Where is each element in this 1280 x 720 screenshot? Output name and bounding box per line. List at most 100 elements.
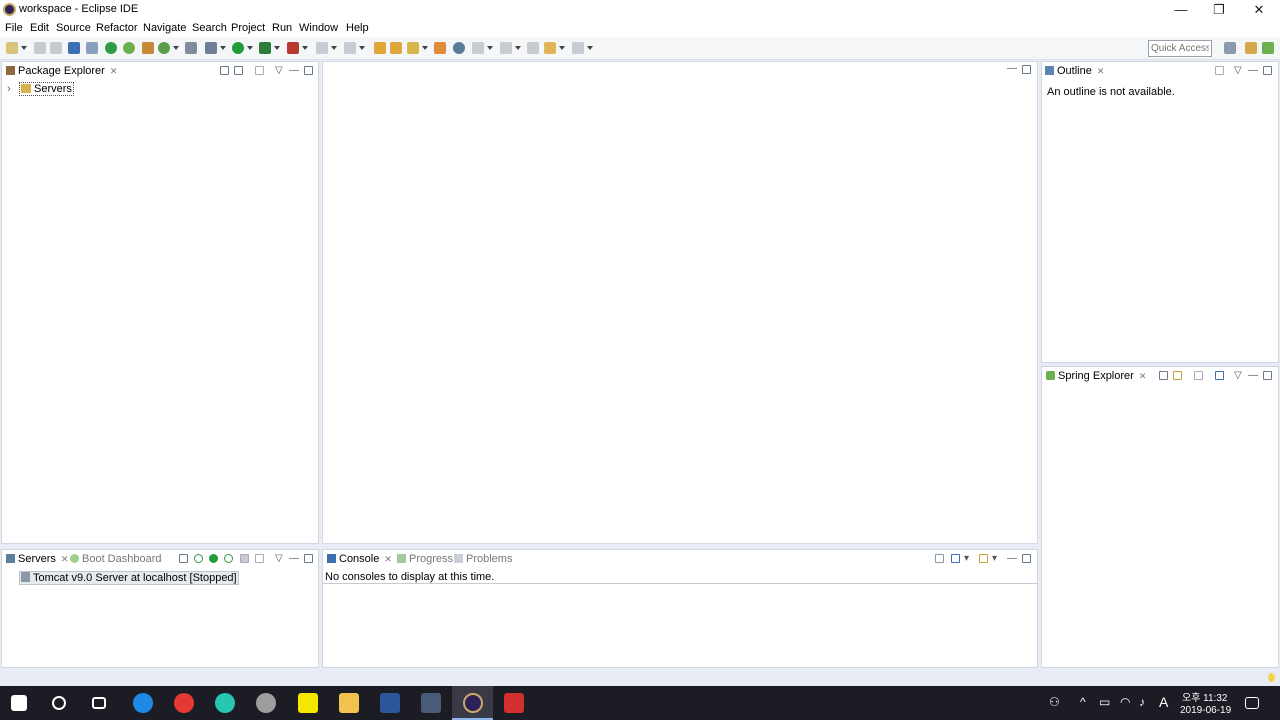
java-ee-perspective-icon[interactable] [1245,42,1257,54]
close-icon[interactable]: ✕ [110,66,118,76]
wifi-icon[interactable]: ◠ [1120,695,1130,709]
tip-lightbulb-icon[interactable] [1268,673,1275,682]
chrome-icon[interactable] [174,693,194,713]
maximize-view-icon[interactable] [304,554,313,563]
maximize-view-icon[interactable] [1022,554,1031,563]
expander-icon[interactable]: › [7,83,11,95]
run-icon[interactable] [232,42,253,54]
task-view-icon[interactable] [92,697,106,709]
menu-run[interactable]: Run [272,22,292,34]
word-icon[interactable] [380,693,400,713]
maximize-view-icon[interactable] [1022,65,1031,74]
people-icon[interactable]: ⚇ [1049,695,1060,709]
new-icon[interactable] [6,42,27,54]
link-editor-icon[interactable] [234,66,243,75]
clock-time[interactable]: 오후 11:32 [1182,689,1227,704]
menu-file[interactable]: File [5,22,23,34]
menu-search[interactable]: Search [192,22,227,34]
new-package-icon[interactable] [142,42,154,54]
internet-explorer-icon[interactable] [133,693,153,713]
tab-spring-explorer[interactable]: Spring Explorer ✕ [1046,370,1146,382]
save-all-icon[interactable] [50,42,62,54]
skip-breakpoints-icon[interactable] [86,42,98,54]
clock-date[interactable]: 2019-06-19 [1180,705,1231,716]
view-menu-icon[interactable]: ▽ [275,65,283,76]
back-icon[interactable] [544,42,565,54]
open-folder-icon[interactable] [374,42,386,54]
terminal-icon[interactable] [68,42,80,54]
start-server-icon[interactable] [105,42,117,54]
search-tool-icon[interactable] [434,42,446,54]
focus-icon[interactable] [1215,66,1224,75]
open-console-icon[interactable] [979,554,988,563]
menu-edit[interactable]: Edit [30,22,49,34]
prev-annotation-icon[interactable] [500,42,521,54]
file-explorer-icon[interactable] [339,693,359,713]
filter-icon[interactable] [1215,371,1224,380]
menu-window[interactable]: Window [299,22,338,34]
search-icon[interactable] [52,696,66,710]
debug-server-icon[interactable] [194,554,203,563]
tab-console[interactable]: Console ✕ [327,553,392,565]
app-icon[interactable] [215,693,235,713]
menu-source[interactable]: Source [56,22,91,34]
display-console-dropdown-icon[interactable]: ▾ [964,553,969,564]
maximize-view-icon[interactable] [304,66,313,75]
next-annotation-icon[interactable] [472,42,493,54]
notifications-icon[interactable] [1245,697,1259,709]
publish-icon[interactable] [255,554,264,563]
menu-help[interactable]: Help [346,22,369,34]
annotation-icon[interactable] [407,42,428,54]
close-icon[interactable]: ✕ [1139,371,1147,381]
forward-icon[interactable] [572,42,593,54]
profile-server-icon[interactable] [224,554,233,563]
minimize-view-icon[interactable]: — [289,65,299,76]
coverage-icon[interactable] [259,42,280,54]
close-icon[interactable]: ✕ [1097,66,1105,76]
spring-icon[interactable] [123,42,135,54]
tab-outline[interactable]: Outline ✕ [1045,65,1104,77]
minimize-button[interactable]: — [1161,0,1201,20]
maximize-view-icon[interactable] [1263,371,1272,380]
editor-area[interactable]: — [322,61,1038,544]
view-menu-icon[interactable]: ▽ [1234,370,1242,381]
minimize-view-icon[interactable]: — [1007,553,1017,564]
collapse-all-icon[interactable] [1159,371,1168,380]
open-console-dropdown-icon[interactable]: ▾ [992,553,997,564]
acrobat-icon[interactable] [504,693,524,713]
stop-server-icon[interactable] [240,554,249,563]
battery-icon[interactable]: ▭ [1099,695,1110,709]
windows-start-icon[interactable] [11,695,27,711]
view-menu-icon[interactable]: ▽ [275,553,283,564]
close-icon[interactable]: ✕ [384,554,392,564]
app-icon-3[interactable] [421,693,441,713]
save-icon[interactable] [34,42,46,54]
collapse-all-icon[interactable] [179,554,188,563]
tab-package-explorer[interactable]: Package Explorer ✕ [6,65,117,77]
minimize-view-icon[interactable]: — [1248,370,1258,381]
view-menu-icon[interactable]: ▽ [1234,65,1242,76]
tab-problems[interactable]: Problems [454,553,512,565]
globe-icon[interactable] [453,42,465,54]
stop-icon[interactable] [316,42,337,54]
kakaotalk-icon[interactable] [298,693,318,713]
focus-icon[interactable] [1194,371,1203,380]
minimize-view-icon[interactable]: — [1007,63,1017,74]
tab-servers[interactable]: Servers ✕ [6,553,68,565]
menu-navigate[interactable]: Navigate [143,22,186,34]
ime-indicator[interactable]: A [1159,694,1168,710]
debug-icon[interactable] [205,42,226,54]
open-perspective-icon[interactable] [1224,42,1236,54]
link-editor-icon[interactable] [1173,371,1182,380]
profile-icon[interactable] [344,42,365,54]
list-item[interactable]: Tomcat v9.0 Server at localhost [Stopped… [19,571,239,585]
eclipse-taskbar-icon[interactable] [463,693,483,713]
chevron-up-icon[interactable]: ^ [1080,695,1086,709]
display-console-icon[interactable] [951,554,960,563]
open-type-icon[interactable] [185,42,197,54]
tab-progress[interactable]: Progress [397,553,453,565]
app-icon-2[interactable] [256,693,276,713]
tab-boot-dashboard[interactable]: Boot Dashboard [70,553,162,565]
last-edit-icon[interactable] [527,42,539,54]
quick-access-input[interactable] [1148,40,1212,57]
